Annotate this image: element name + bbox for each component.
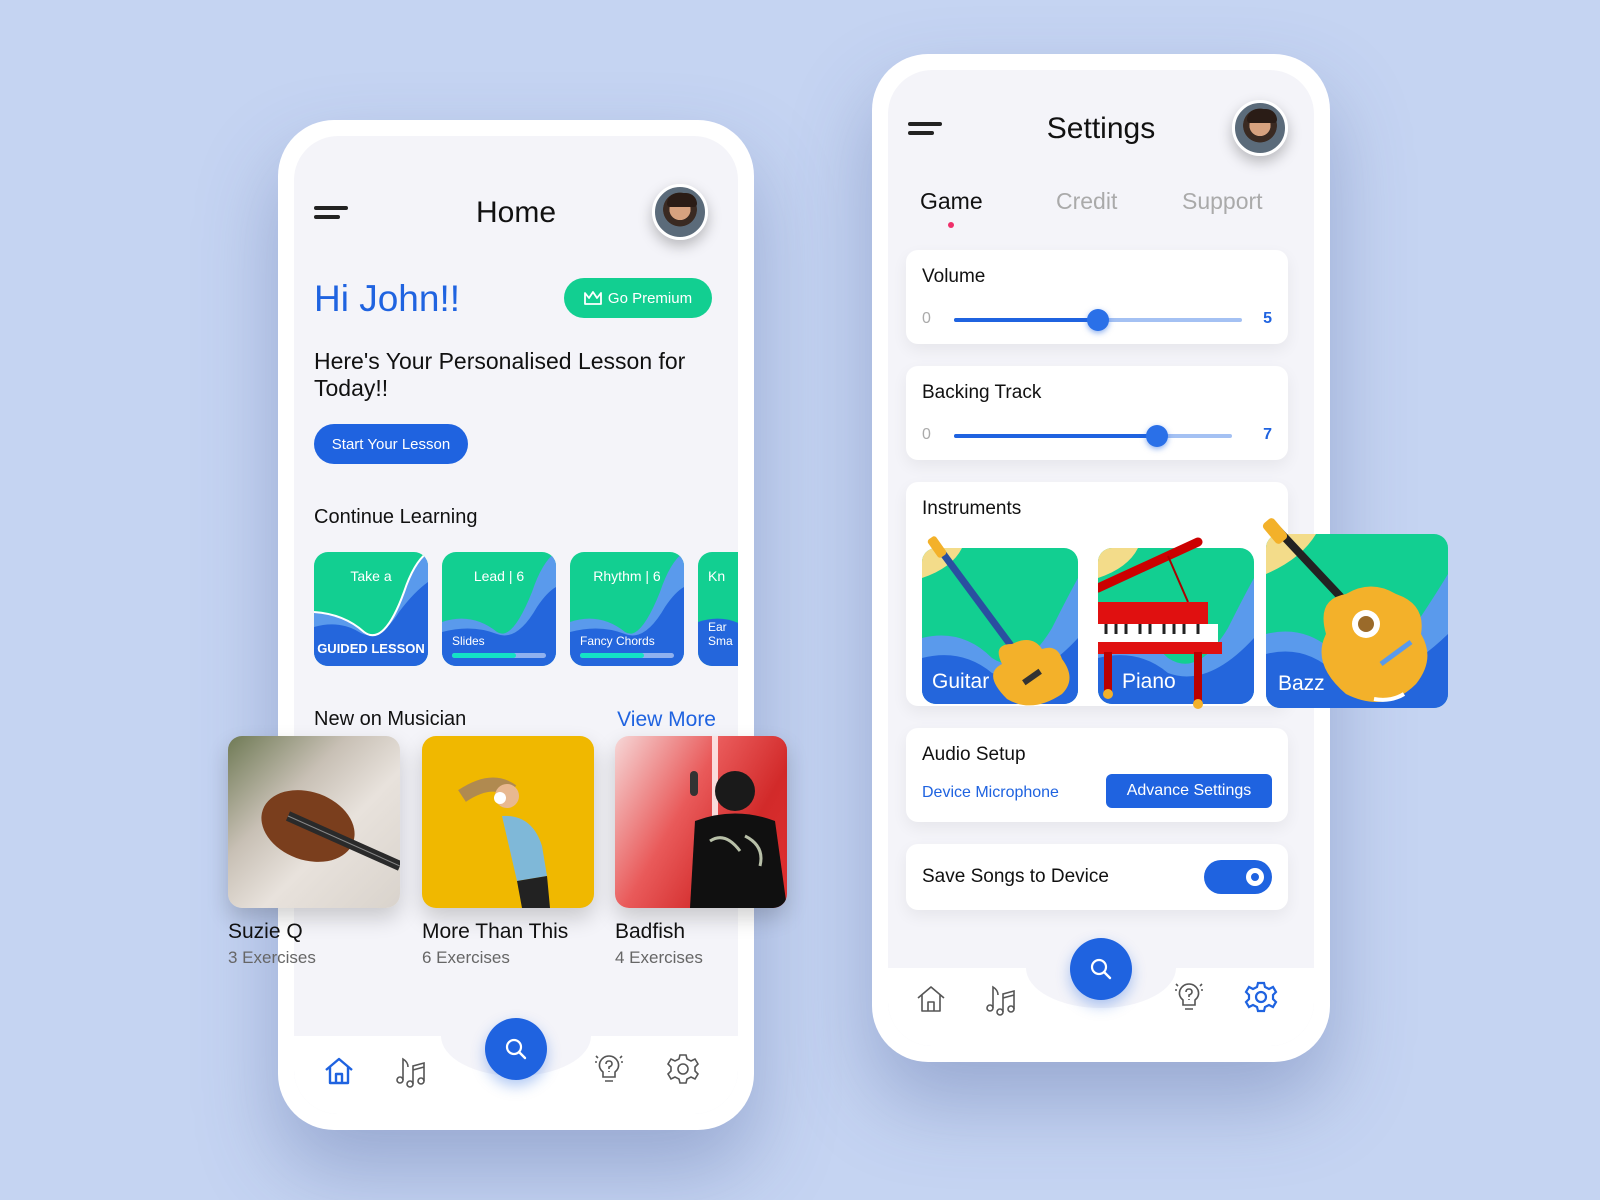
tab-support[interactable]: Support <box>1182 188 1263 215</box>
volume-slider[interactable] <box>954 309 1242 331</box>
card-bottom-label: GUIDED LESSON <box>317 641 425 656</box>
progress-bar <box>452 653 546 658</box>
volume-min: 0 <box>922 310 931 327</box>
home-icon[interactable] <box>914 982 948 1016</box>
gear-icon[interactable] <box>1244 980 1278 1014</box>
view-more-link[interactable]: View More <box>617 708 716 732</box>
home-phone: Home Hi John!! Go Premium Here's Your Pe… <box>278 120 754 1130</box>
idea-bulb-icon[interactable] <box>592 1052 626 1086</box>
gear-icon[interactable] <box>666 1052 700 1086</box>
avatar[interactable] <box>652 184 708 240</box>
crown-icon <box>584 291 602 305</box>
card-bottom-label: Ear Sma <box>708 620 733 648</box>
tab-game[interactable]: Game <box>920 188 983 215</box>
song-title: More Than This <box>422 920 569 943</box>
backing-slider[interactable] <box>954 425 1232 447</box>
avatar[interactable] <box>1232 100 1288 156</box>
card-bottom-label: Fancy Chords <box>580 634 655 648</box>
lesson-card[interactable]: Kn Ear Sma <box>698 552 738 666</box>
card-bottom-label: Slides <box>452 634 485 648</box>
audio-setup-label: Audio Setup <box>922 744 1026 765</box>
lesson-heading: Here's Your Personalised Lesson for Toda… <box>314 348 686 401</box>
card-top-label: Take a <box>350 568 392 584</box>
song-title: Suzie Q <box>228 920 303 943</box>
greeting: Hi John!! <box>314 278 461 319</box>
continue-learning-heading: Continue Learning <box>314 506 478 528</box>
new-on-musician-heading: New on Musician <box>314 708 467 730</box>
song-thumbnail[interactable] <box>615 736 787 908</box>
save-songs-toggle[interactable] <box>1204 860 1272 894</box>
song-exercises: 6 Exercises <box>422 948 510 967</box>
volume-knob[interactable] <box>1087 309 1109 331</box>
card-top-label: Lead | 6 <box>473 568 525 584</box>
search-button[interactable] <box>1070 938 1132 1000</box>
search-button[interactable] <box>485 1018 547 1080</box>
singer-image <box>690 736 787 908</box>
volume-label: Volume <box>922 266 986 287</box>
home-icon[interactable] <box>322 1054 356 1088</box>
instrument-bazz[interactable]: Bazz <box>1262 518 1448 708</box>
backing-min: 0 <box>922 426 931 443</box>
device-microphone-link[interactable]: Device Microphone <box>922 784 1059 802</box>
song-thumbnail[interactable] <box>228 736 400 908</box>
go-premium-button[interactable]: Go Premium <box>564 278 712 318</box>
instrument-piano[interactable]: Piano <box>1098 537 1254 709</box>
backing-knob[interactable] <box>1145 425 1168 447</box>
dancer-image <box>458 777 550 908</box>
search-icon <box>505 1038 527 1060</box>
volume-max: 5 <box>1263 310 1272 327</box>
volume-card: Volume 0 5 <box>906 250 1288 344</box>
instrument-guitar[interactable]: Guitar <box>922 536 1078 706</box>
idea-bulb-icon[interactable] <box>1172 980 1206 1014</box>
tab-credit[interactable]: Credit <box>1056 188 1117 215</box>
song-thumbnail[interactable] <box>422 736 594 908</box>
audio-setup-card: Audio Setup Device Microphone Advance Se… <box>906 728 1288 822</box>
lesson-card[interactable]: Rhythm | 6 Fancy Chords <box>570 552 684 666</box>
song-exercises: 3 Exercises <box>228 948 316 967</box>
instrument-label: Piano <box>1122 670 1176 693</box>
volume-fill <box>954 318 1098 322</box>
progress-fill <box>580 653 644 658</box>
backing-track-label: Backing Track <box>922 382 1042 403</box>
card-top-label: Rhythm | 6 <box>593 568 661 584</box>
card-top-label: Kn <box>708 568 726 584</box>
song-exercises: 4 Exercises <box>615 948 703 967</box>
music-notes-icon[interactable] <box>984 982 1018 1016</box>
start-lesson-button[interactable]: Start Your Lesson <box>314 424 468 464</box>
progress-fill <box>452 653 516 658</box>
song-title: Badfish <box>615 920 686 943</box>
instrument-label: Bazz <box>1278 672 1325 695</box>
save-songs-label: Save Songs to Device <box>922 866 1109 887</box>
search-icon <box>1090 958 1112 980</box>
instruments-label: Instruments <box>922 498 1022 519</box>
go-premium-label: Go Premium <box>607 289 693 307</box>
backing-max: 7 <box>1263 426 1272 443</box>
instrument-label: Guitar <box>932 670 990 693</box>
backing-track-card: Backing Track 0 7 <box>906 366 1288 460</box>
save-songs-card: Save Songs to Device <box>906 844 1288 910</box>
active-tab-indicator <box>948 222 954 228</box>
lesson-card[interactable]: Take a GUIDED LESSON <box>314 552 428 666</box>
ukulele-image <box>261 790 400 871</box>
backing-fill <box>954 434 1157 438</box>
lesson-card[interactable]: Lead | 6 Slides <box>442 552 556 666</box>
progress-bar <box>580 653 674 658</box>
music-notes-icon[interactable] <box>394 1054 428 1088</box>
advance-settings-button[interactable]: Advance Settings <box>1106 774 1272 808</box>
